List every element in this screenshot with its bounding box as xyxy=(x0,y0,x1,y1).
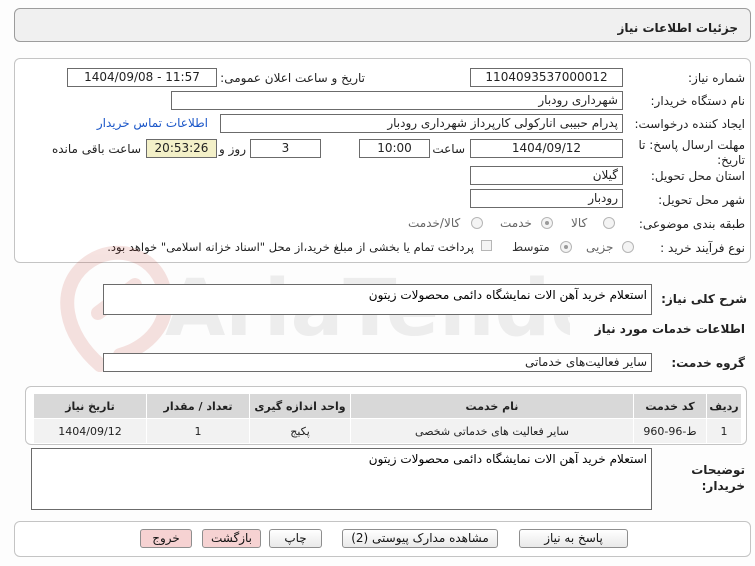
col-service-name: نام خدمت xyxy=(350,393,634,419)
page-title: جزئیات اطلاعات نیاز xyxy=(617,21,738,35)
page-header: جزئیات اطلاعات نیاز xyxy=(14,8,751,42)
col-quantity: تعداد / مقدار xyxy=(146,393,250,419)
services-table: ردیف کد خدمت نام خدمت واحد اندازه گیری ت… xyxy=(33,393,742,444)
category-option-goods-service: کالا/خدمت xyxy=(408,216,461,230)
cell-unit: پکیج xyxy=(249,418,351,444)
buyer-contact-link[interactable]: اطلاعات تماس خریدار xyxy=(97,116,208,130)
category-radio-goods-service[interactable] xyxy=(471,217,483,229)
days-remaining-field: 3 xyxy=(250,139,321,158)
province-field: گیلان xyxy=(470,166,623,185)
category-label: طبقه بندی موضوعی: xyxy=(638,217,745,231)
col-need-date: تاریخ نیاز xyxy=(33,393,147,419)
deadline-date-field: 1404/09/12 xyxy=(470,139,623,158)
col-unit: واحد اندازه گیری xyxy=(249,393,351,419)
col-row-index: ردیف xyxy=(706,393,742,419)
purchase-option-medium: متوسط xyxy=(512,240,550,254)
summary-textarea[interactable]: استعلام خرید آهن الات نمایشگاه دائمی محص… xyxy=(103,284,652,315)
announce-datetime-label: تاریخ و ساعت اعلان عمومی: xyxy=(220,71,365,85)
deadline-time-field: 10:00 xyxy=(359,139,430,158)
purchase-radio-medium[interactable] xyxy=(560,241,572,253)
category-radio-service[interactable] xyxy=(541,217,553,229)
need-number-label: شماره نیاز: xyxy=(688,71,745,85)
deadline-label: مهلت ارسال پاسخ: تا xyxy=(638,138,745,152)
service-group-field: سایر فعالیت‌های خدماتی xyxy=(103,353,652,372)
remaining-time-field: 20:53:26 xyxy=(146,139,217,158)
cell-row-index: 1 xyxy=(706,418,742,444)
days-label: روز و xyxy=(219,142,246,156)
deadline-time-label: ساعت xyxy=(432,142,465,156)
purchase-type-label: نوع فرآیند خرید : xyxy=(660,241,745,255)
purchase-option-minor: جزیی xyxy=(586,240,614,254)
cell-service-name: سایر فعالیت های خدماتی شخصی xyxy=(350,418,634,444)
attachments-button[interactable]: مشاهده مدارک پیوستی (2) xyxy=(342,529,498,548)
col-service-code: کد خدمت xyxy=(633,393,707,419)
summary-label: شرح کلی نیاز: xyxy=(661,292,747,306)
treasury-payment-checkbox[interactable] xyxy=(481,240,492,251)
need-info-panel xyxy=(14,58,751,263)
buyer-org-field: شهرداری رودبار xyxy=(171,91,623,110)
need-number-field: 1104093537000012 xyxy=(470,68,623,87)
category-option-goods: کالا xyxy=(571,216,588,230)
city-field: رودبار xyxy=(470,189,623,208)
buyer-notes-label-line2: خریدار: xyxy=(701,479,745,493)
service-group-label: گروه خدمت: xyxy=(671,356,745,370)
table-row: 1 ط-96-960 سایر فعالیت های خدماتی شخصی پ… xyxy=(33,418,742,444)
buyer-org-label: نام دستگاه خریدار: xyxy=(650,94,746,108)
treasury-payment-note: پرداخت تمام یا بخشی از مبلغ خرید،از محل … xyxy=(107,240,474,254)
requester-field: پدرام حبیبی انارکولی کارپرداز شهرداری رو… xyxy=(220,114,623,133)
remaining-time-label: ساعت باقی مانده xyxy=(51,142,141,156)
cell-service-code: ط-96-960 xyxy=(633,418,707,444)
print-button[interactable]: چاپ xyxy=(269,529,322,548)
requester-label: ایجاد کننده درخواست: xyxy=(634,117,745,131)
province-label: استان محل تحویل: xyxy=(650,169,745,183)
services-section-title: اطلاعات خدمات مورد نیاز xyxy=(594,322,745,336)
exit-button[interactable]: خروج xyxy=(140,529,192,548)
cell-need-date: 1404/09/12 xyxy=(33,418,147,444)
services-table-header: ردیف کد خدمت نام خدمت واحد اندازه گیری ت… xyxy=(33,393,742,419)
city-label: شهر محل تحویل: xyxy=(658,193,745,207)
category-radio-goods[interactable] xyxy=(603,217,615,229)
back-button[interactable]: بازگشت xyxy=(202,529,261,548)
reply-button[interactable]: پاسخ به نیاز xyxy=(519,529,628,548)
announce-datetime-field: 1404/09/08 - 11:57 xyxy=(67,68,217,87)
cell-quantity: 1 xyxy=(146,418,250,444)
deadline-label-date: تاریخ: xyxy=(717,153,745,167)
category-option-service: خدمت xyxy=(500,216,532,230)
buyer-notes-textarea[interactable]: استعلام خرید آهن الات نمایشگاه دائمی محص… xyxy=(31,448,652,510)
buyer-notes-label: توضیحات xyxy=(691,463,745,477)
purchase-radio-minor[interactable] xyxy=(622,241,634,253)
